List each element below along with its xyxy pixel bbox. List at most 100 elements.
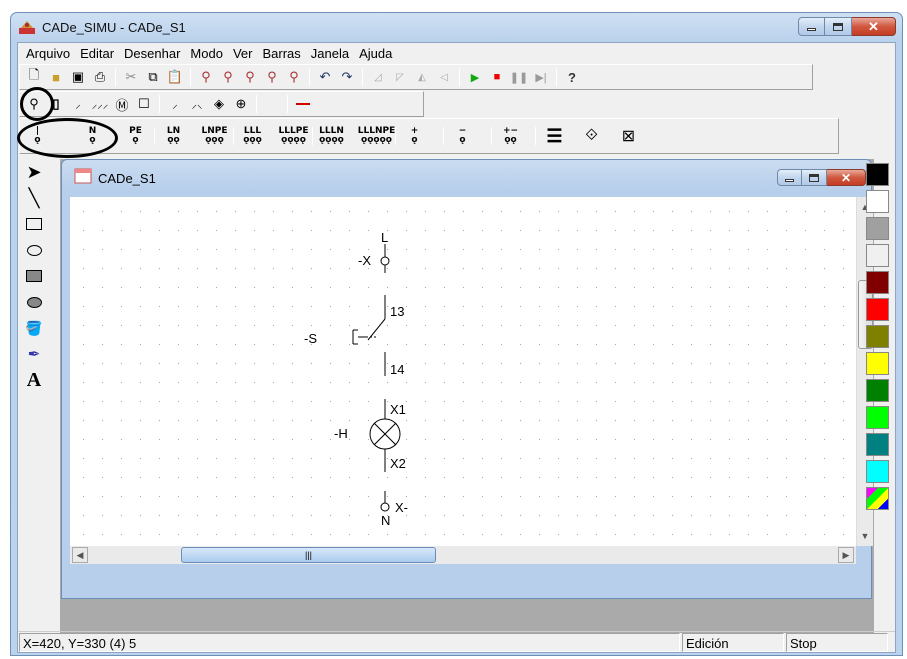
toolbar-separator (443, 127, 444, 145)
terminal-symbols-toolbar: | ǫ Nǫ PE ǫ LN ǫǫ LNPE ǫǫǫ LLL ǫǫǫ LLLPE ǫǫǫǫ … (19, 118, 839, 154)
junction-button[interactable]: ⟐ (577, 126, 606, 146)
terminal-pe-button[interactable]: PE ǫ (121, 126, 150, 146)
terminal-lllnpe-icon: LLLNPE ǫǫǫǫǫ (357, 126, 396, 145)
horizontal-scroll-thumb[interactable]: ||| (181, 547, 436, 563)
rotate-right-button[interactable]: ◸ (389, 67, 411, 87)
rectangle-tool[interactable] (20, 211, 48, 237)
close-button[interactable]: ✕ (852, 17, 896, 36)
pushbutton-category-button[interactable]: ⸝⸜ (186, 94, 208, 114)
terminal-ln-button[interactable]: LN ǫǫ (159, 126, 188, 146)
zoom-in-button[interactable]: ⚲ (195, 67, 217, 87)
zoom-out-button[interactable]: ⚲ (217, 67, 239, 87)
mirror-v-button[interactable]: ◁ (433, 67, 455, 87)
supply-negative-button[interactable]: − ǫ (448, 126, 477, 146)
color-swatch-cyan[interactable] (866, 460, 889, 483)
minimize-button[interactable] (798, 17, 825, 36)
terminal-lll-button[interactable]: LLL ǫǫǫ (238, 126, 267, 146)
toolbar-separator (159, 95, 160, 113)
terminal-ln-icon: LN ǫǫ (166, 126, 181, 145)
relay-category-button[interactable]: ⊕ (230, 94, 252, 114)
menu-ver[interactable]: Ver (228, 46, 258, 61)
zoom-previous-button[interactable]: ⚲ (283, 67, 305, 87)
mirror-h-button[interactable]: ◭ (411, 67, 433, 87)
menu-ajuda[interactable]: Ajuda (354, 46, 397, 61)
undo-button[interactable]: ↶ (314, 67, 336, 87)
color-swatch-light-gray[interactable] (866, 244, 889, 267)
breaker-category-button[interactable]: ⸝ (67, 94, 89, 114)
zoom-window-button[interactable]: ⚲ (239, 67, 261, 87)
menu-janela[interactable]: Janela (306, 46, 354, 61)
printer-icon: ⎙ (94, 69, 106, 84)
select-tool[interactable]: ➤ (20, 159, 48, 185)
toolbar-separator (535, 127, 536, 145)
run-button[interactable]: ▶ (464, 67, 486, 87)
supply-positive-button[interactable]: + ǫ (400, 126, 429, 146)
doc-minimize-button[interactable] (777, 169, 802, 186)
terminal-lllnpe-button[interactable]: LLLNPE ǫǫǫǫǫ (358, 126, 395, 146)
menu-modo[interactable]: Modo (185, 46, 228, 61)
stop-button[interactable]: ■ (486, 67, 508, 87)
scroll-left-button[interactable]: ◀ (72, 547, 88, 563)
pause-button[interactable]: ❚❚ (508, 67, 530, 87)
open-file-button[interactable]: ■ (45, 67, 67, 87)
print-button[interactable]: ⎙ (89, 67, 111, 87)
line-tool[interactable]: ╲ (20, 185, 48, 211)
text-tool[interactable]: A (20, 367, 48, 393)
fill-bucket-tool[interactable]: 🪣 (20, 315, 48, 341)
sensor-category-button[interactable]: ◈ (208, 94, 230, 114)
color-swatch-yellow[interactable] (866, 352, 889, 375)
wire-category-button[interactable] (292, 94, 314, 114)
coil-category-button[interactable]: ☐ (133, 94, 155, 114)
doc-close-button[interactable]: ✕ (827, 169, 866, 186)
pushbutton-symbol-icon: ⸝⸜ (191, 98, 203, 111)
filled-rectangle-tool[interactable] (20, 263, 48, 289)
converter-button[interactable]: ⊠ (614, 126, 643, 146)
contact-category-button[interactable]: ⸝ (164, 94, 186, 114)
color-swatch-red[interactable] (866, 298, 889, 321)
dc-supply-icon: +− ǫǫ (502, 126, 519, 145)
supply-dc-button[interactable]: +− ǫǫ (496, 126, 525, 146)
color-picker-tool[interactable]: ✒ (20, 341, 48, 367)
save-button[interactable]: ▣ (67, 67, 89, 87)
component-type-toolbar: ⚲ ▯ ⸝ ⸝⸝⸝ Ⓜ ☐ ⸝ ⸝⸜ ◈ ⊕ (19, 91, 424, 117)
color-swatch-gray[interactable] (866, 217, 889, 240)
color-swatch-lime[interactable] (866, 406, 889, 429)
color-swatch-teal[interactable] (866, 433, 889, 456)
zoom-all-button[interactable]: ⚲ (261, 67, 283, 87)
status-mode: Edición (682, 633, 784, 652)
drawing-canvas[interactable]: L -X 13 -S 14 X1 -H X2 X- N (70, 197, 856, 546)
doc-maximize-button[interactable] (802, 169, 827, 186)
ellipse-tool[interactable] (20, 237, 48, 263)
scroll-right-button[interactable]: ▶ (838, 547, 854, 563)
empty-category-button[interactable] (261, 94, 283, 114)
terminal-lllpe-button[interactable]: LLLPE ǫǫǫǫ (279, 126, 309, 146)
redo-button[interactable]: ↷ (336, 67, 358, 87)
paste-button[interactable]: 📋 (164, 67, 186, 87)
color-swatch-multicolor[interactable] (866, 487, 889, 510)
negative-supply-icon: − ǫ (458, 126, 467, 145)
maximize-button[interactable] (825, 17, 852, 36)
color-swatch-black[interactable] (866, 163, 889, 186)
menu-barras[interactable]: Barras (257, 46, 305, 61)
color-swatch-olive[interactable] (866, 325, 889, 348)
copy-button[interactable]: ⧉ (142, 67, 164, 87)
terminal-strip-button[interactable]: ☰ (540, 126, 569, 146)
terminal-llln-button[interactable]: LLLN ǫǫǫǫ (317, 126, 346, 146)
menu-desenhar[interactable]: Desenhar (119, 46, 185, 61)
color-swatch-green[interactable] (866, 379, 889, 402)
filled-ellipse-tool[interactable] (20, 289, 48, 315)
rotate-left-button[interactable]: ◿ (367, 67, 389, 87)
color-swatch-maroon[interactable] (866, 271, 889, 294)
motor-category-button[interactable]: Ⓜ (111, 94, 133, 114)
help-button[interactable]: ? (561, 67, 583, 87)
new-file-button[interactable]: 🗋 (23, 67, 45, 87)
step-button[interactable]: ▶| (530, 67, 552, 87)
cut-button[interactable]: ✂ (120, 67, 142, 87)
title-bar: CADe_SIMU - CADe_S1 ✕ (11, 13, 902, 42)
menu-arquivo[interactable]: Arquivo (21, 46, 75, 61)
multi-pole-category-button[interactable]: ⸝⸝⸝ (89, 94, 111, 114)
terminal-lnpe-button[interactable]: LNPE ǫǫǫ (200, 126, 229, 146)
menu-editar[interactable]: Editar (75, 46, 119, 61)
horizontal-scrollbar[interactable]: ◀ ||| ▶ (70, 546, 856, 564)
color-swatch-white[interactable] (866, 190, 889, 213)
